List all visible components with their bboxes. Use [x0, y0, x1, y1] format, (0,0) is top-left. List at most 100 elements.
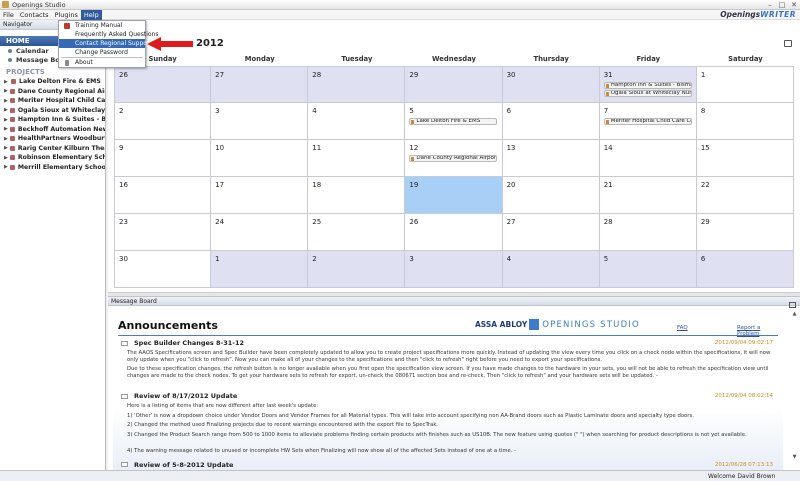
- menu-help[interactable]: Help: [80, 9, 102, 20]
- day-number: 29: [409, 71, 419, 79]
- project-item[interactable]: ▶ Lake Delton Fire & EMS: [0, 77, 105, 87]
- faq-link[interactable]: FAQ: [677, 325, 688, 331]
- calendar-day[interactable]: 24: [211, 214, 309, 251]
- calendar-day[interactable]: 31 Hampton Inn & Suites - BismarckOgala S…: [599, 66, 697, 103]
- expand-triangle-icon[interactable]: ▶: [4, 107, 8, 113]
- day-header: Monday: [244, 55, 275, 63]
- expand-triangle-icon[interactable]: ▶: [4, 79, 9, 85]
- project-item[interactable]: ▶ HealthPartners Woodbury Cli...: [0, 134, 105, 144]
- calendar-day[interactable]: 26: [405, 214, 503, 251]
- message-board-scrollbar[interactable]: ▲ ▼: [791, 311, 798, 461]
- calendar-day[interactable]: 1: [696, 66, 794, 103]
- expand-triangle-icon[interactable]: ▶: [4, 164, 8, 170]
- calendar-day[interactable]: 23: [114, 214, 212, 251]
- project-item[interactable]: ▶ Merrill Elementary School (Ad...: [0, 163, 105, 173]
- calendar-day[interactable]: 5: [599, 251, 697, 288]
- project-item[interactable]: ▶ Ogala Sioux at Whiteclay Nurs...: [0, 106, 105, 116]
- calendar-day[interactable]: 9: [114, 140, 212, 177]
- expand-triangle-icon[interactable]: ▶: [4, 98, 8, 104]
- menu-item-contact-regional-support[interactable]: Contact Regional Support: [59, 39, 152, 48]
- close-button[interactable]: ✕: [788, 0, 800, 10]
- print-icon[interactable]: [784, 40, 792, 47]
- menu-item-about[interactable]: About: [59, 58, 145, 67]
- calendar-event[interactable]: Dane County Regional Airport - ...: [409, 155, 498, 162]
- mb-print-icon[interactable]: [789, 302, 796, 308]
- menu-contacts[interactable]: Contacts: [17, 10, 52, 20]
- calendar-day[interactable]: 28: [308, 66, 406, 103]
- calendar-day[interactable]: 1: [211, 251, 309, 288]
- calendar-day[interactable]: 15: [696, 140, 794, 177]
- calendar-day[interactable]: 8: [696, 103, 794, 140]
- calendar-day[interactable]: 26: [114, 66, 212, 103]
- calendar-day[interactable]: 16: [114, 177, 212, 214]
- project-item[interactable]: ▶ Beckhoff Automation New Off...: [0, 125, 105, 135]
- calendar-day[interactable]: 30: [502, 66, 600, 103]
- project-item[interactable]: ▶ Dane County Regional Airport ...: [0, 87, 105, 97]
- calendar-day[interactable]: 4: [502, 251, 600, 288]
- announcement-entry-header[interactable]: Spec Builder Changes 8-31-12 2012/09/04 0…: [121, 339, 773, 347]
- maximize-button[interactable]: □: [776, 0, 788, 10]
- expand-triangle-icon[interactable]: ▶: [4, 117, 8, 123]
- calendar-day[interactable]: 20: [502, 177, 600, 214]
- calendar-event[interactable]: Lake Delton Fire & EMS: [409, 118, 498, 125]
- calendar-day[interactable]: 28: [599, 214, 697, 251]
- calendar-day[interactable]: 30: [114, 251, 212, 288]
- calendar-day[interactable]: 21: [599, 177, 697, 214]
- announcement-entry-header[interactable]: Review of 5-8-2012 Update 2012/06/28 07:1…: [121, 461, 773, 469]
- calendar-day[interactable]: 18: [308, 177, 406, 214]
- calendar-day[interactable]: 2: [308, 251, 406, 288]
- calendar-day[interactable]: 13: [502, 140, 600, 177]
- collapse-icon[interactable]: [121, 340, 128, 346]
- collapse-icon[interactable]: [121, 393, 128, 399]
- calendar-day[interactable]: 27: [502, 214, 600, 251]
- calendar-day[interactable]: 5 Lake Delton Fire & EMS: [405, 103, 503, 140]
- calendar-event[interactable]: Hampton Inn & Suites - Bismarck: [603, 82, 692, 89]
- calendar-day[interactable]: 6: [696, 251, 794, 288]
- calendar-day[interactable]: 27: [211, 66, 309, 103]
- menu-item-change-password[interactable]: Change Password: [59, 48, 145, 57]
- calendar-day[interactable]: 3: [211, 103, 309, 140]
- expand-triangle-icon[interactable]: ▶: [4, 88, 8, 94]
- menu-plugins[interactable]: Plugins: [52, 10, 81, 20]
- calendar-day[interactable]: 3: [405, 251, 503, 288]
- calendar-day[interactable]: 12 Dane County Regional Airport - ...: [405, 140, 503, 177]
- calendar-day[interactable]: 10: [211, 140, 309, 177]
- day-number: 28: [603, 218, 613, 226]
- day-number: 27: [215, 71, 225, 79]
- scroll-up-icon[interactable]: ▲: [791, 311, 798, 318]
- calendar-day[interactable]: 14: [599, 140, 697, 177]
- entry-date: 2012/09/04 09:02:17: [714, 340, 773, 346]
- calendar-day[interactable]: 29: [405, 66, 503, 103]
- menu-item-training-manual[interactable]: Training Manual: [59, 21, 145, 30]
- menu-item-faq[interactable]: Frequently Asked Questions: [59, 30, 158, 39]
- calendar-day[interactable]: 25: [308, 214, 406, 251]
- calendar-day[interactable]: 29: [696, 214, 794, 251]
- project-item[interactable]: ▶ Hampton Inn & Suites - Bisma...: [0, 115, 105, 125]
- day-number: 23: [119, 218, 128, 226]
- calendar-day-today[interactable]: 19: [405, 177, 503, 214]
- expand-triangle-icon[interactable]: ▶: [4, 126, 8, 132]
- calendar-event[interactable]: Meriter Hospital Child Care Cen...: [603, 118, 692, 125]
- expand-triangle-icon[interactable]: ▶: [4, 145, 8, 151]
- calendar-day[interactable]: 22: [696, 177, 794, 214]
- calendar-day[interactable]: 6: [502, 103, 600, 140]
- collapse-icon[interactable]: [121, 462, 128, 468]
- expand-triangle-icon[interactable]: ▶: [4, 155, 8, 161]
- project-icon: [9, 126, 15, 132]
- scroll-down-icon[interactable]: ▼: [791, 454, 798, 461]
- project-item[interactable]: ▶ Robinson Elementary School (...: [0, 153, 105, 163]
- app-icon: [2, 1, 9, 8]
- menu-file[interactable]: File: [0, 10, 17, 20]
- day-number: 13: [506, 144, 516, 152]
- project-item[interactable]: ▶ Meriter Hospital Child Care Ce...: [0, 96, 105, 106]
- calendar-event[interactable]: Ogala Sioux at Whiteclay Nursi...: [603, 90, 692, 97]
- expand-triangle-icon[interactable]: ▶: [4, 136, 8, 142]
- calendar-day[interactable]: 2: [114, 103, 212, 140]
- project-item[interactable]: ▶ Rarig Center Kilburn Theater ...: [0, 144, 105, 154]
- calendar-day[interactable]: 4: [308, 103, 406, 140]
- calendar-day[interactable]: 11: [308, 140, 406, 177]
- calendar-day[interactable]: 7 Meriter Hospital Child Care Cen...: [599, 103, 697, 140]
- calendar-day[interactable]: 17: [211, 177, 309, 214]
- announcement-entry-header[interactable]: Review of 8/17/2012 Update 2012/09/04 08:…: [121, 392, 773, 400]
- minimize-button[interactable]: –: [764, 0, 776, 10]
